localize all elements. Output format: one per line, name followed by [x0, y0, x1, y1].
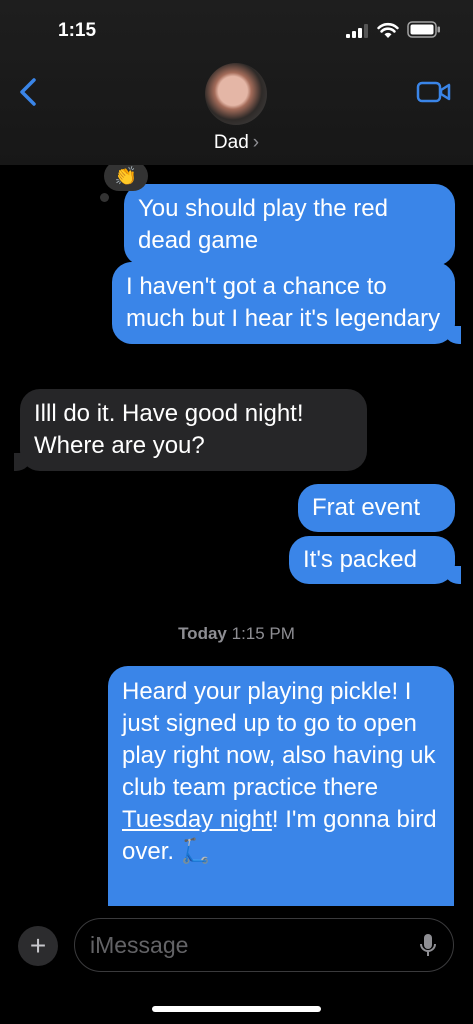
message-text: You should play the red dead game: [138, 195, 388, 254]
contact-name-button[interactable]: Dad ›: [0, 132, 473, 154]
status-bar: 1:15: [0, 0, 473, 60]
back-chevron-icon[interactable]: [16, 76, 40, 108]
battery-icon: [407, 21, 440, 38]
timestamp-time: 1:15 PM: [231, 624, 295, 643]
message-text: Frat event: [312, 494, 421, 521]
reaction-tail: [100, 193, 109, 202]
contact-name: Dad: [213, 132, 249, 153]
message-bubble-outgoing[interactable]: I haven't got a chance to much but I hea…: [112, 262, 461, 344]
status-time: 1:15: [58, 20, 97, 41]
message-bubble-incoming[interactable]: Illl do it. Have good night! Where are y…: [14, 389, 367, 471]
timestamp-day: Today: [178, 624, 227, 643]
signal-icon: [346, 24, 368, 38]
contact-avatar[interactable]: [205, 63, 267, 125]
message-bubble-outgoing[interactable]: You should play the red dead game: [124, 184, 455, 266]
date-link[interactable]: Tuesday night: [122, 806, 272, 833]
message-bubble-outgoing[interactable]: Frat event: [298, 484, 455, 532]
conversation-header: 1:15 Dad ›: [0, 0, 473, 165]
chevron-right-icon: ›: [252, 132, 260, 153]
message-text: I haven't got a chance to much but I hea…: [126, 273, 441, 332]
video-camera-icon[interactable]: [416, 80, 452, 104]
home-indicator[interactable]: [152, 1006, 321, 1012]
message-list[interactable]: You should play the red dead game 👏 I ha…: [0, 165, 473, 915]
message-input-placeholder: iMessage: [90, 932, 189, 958]
microphone-icon[interactable]: [419, 933, 437, 959]
message-bubble-outgoing[interactable]: It's packed: [289, 536, 461, 584]
message-text: It's packed: [303, 546, 417, 573]
wifi-icon: [377, 22, 399, 38]
message-text: Illl do it. Have good night! Where are y…: [34, 400, 304, 459]
plus-icon[interactable]: +: [18, 926, 58, 966]
message-bubble-outgoing[interactable]: Heard your playing pickle! I just signed…: [108, 666, 454, 915]
message-input[interactable]: iMessage: [74, 918, 454, 972]
conversation-timestamp: Today 1:15 PM: [0, 624, 473, 644]
tapback-reaction[interactable]: 👏: [104, 165, 148, 191]
reaction-emoji: 👏: [114, 165, 138, 186]
message-text: Heard your playing pickle! I just signed…: [122, 678, 436, 801]
